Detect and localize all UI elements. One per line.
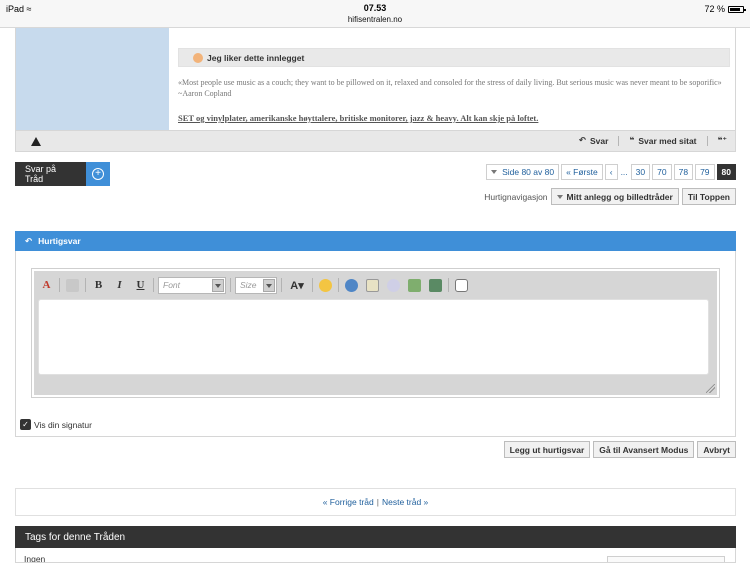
back-to-top-button[interactable]: Til Toppen xyxy=(681,188,736,205)
reply-to-thread-label: Svar på Tråd xyxy=(15,162,86,186)
quick-reply-panel: A B I U Font Size A▾ ✓ Vis din signatur xyxy=(15,251,736,437)
chevron-left-icon: ‹ xyxy=(609,167,613,177)
plus-circle-icon: + xyxy=(92,168,104,180)
signature-checkbox-label: Vis din signatur xyxy=(34,419,92,430)
previous-thread-link[interactable]: « Forrige tråd xyxy=(323,497,374,507)
size-select[interactable]: Size xyxy=(235,276,277,294)
post-footer: ↶ Svar ❝ Svar med sitat ❝⁺ xyxy=(16,130,735,151)
next-thread-link[interactable]: Neste tråd » xyxy=(382,497,428,507)
pagination: Side 80 av 80 « Første ‹ ... 30 70 78 79… xyxy=(486,164,736,180)
quick-reply-actions: Legg ut hurtigsvar Gå til Avansert Modus… xyxy=(503,441,736,458)
double-chevron-left-icon: « xyxy=(566,167,574,177)
like-icon xyxy=(193,52,203,63)
tags-empty-text: Ingen xyxy=(24,554,46,563)
email-icon[interactable] xyxy=(364,277,381,294)
underline-icon[interactable]: U xyxy=(132,277,149,294)
prev-page-link[interactable]: ‹ xyxy=(604,164,618,180)
paste-icon[interactable] xyxy=(64,277,81,294)
signature-link[interactable]: SET og vinylplater, amerikanske høyttale… xyxy=(178,113,730,123)
address-bar[interactable]: hifisentralen.no xyxy=(0,15,750,24)
report-warning-icon[interactable] xyxy=(31,137,41,146)
divider xyxy=(706,135,708,146)
italic-icon[interactable]: I xyxy=(111,277,128,294)
post-quick-reply-button[interactable]: Legg ut hurtigsvar xyxy=(503,441,591,458)
page-link-30[interactable]: 30 xyxy=(630,164,651,180)
first-page-link[interactable]: « Første xyxy=(561,164,603,180)
post-author-sidebar xyxy=(16,28,169,130)
pagination-ellipsis: ... xyxy=(619,164,629,180)
quicknav-label: Hurtignavigasjon xyxy=(484,191,548,202)
video-icon[interactable] xyxy=(427,277,444,294)
remove-format-icon[interactable]: A xyxy=(38,277,55,294)
battery-status: 72 % xyxy=(704,4,746,14)
ios-status-bar: iPad ≈ 07.53 hifisentralen.no 72 % xyxy=(0,0,750,28)
editor-frame: A B I U Font Size A▾ xyxy=(31,268,720,398)
signature-quote: «Most people use music as a couch; they … xyxy=(178,78,722,98)
reply-arrow-icon: ↶ xyxy=(578,135,586,145)
page-link-70[interactable]: 70 xyxy=(652,164,672,180)
multiquote-plus-icon: ❝⁺ xyxy=(717,135,727,145)
battery-icon xyxy=(728,5,746,13)
thread-nav-separator: | xyxy=(376,497,379,507)
text-color-icon[interactable]: A▾ xyxy=(286,277,308,294)
divider xyxy=(618,135,620,146)
editor-toolbar: A B I U Font Size A▾ xyxy=(38,275,470,295)
reply-plus-area[interactable]: + xyxy=(86,162,110,186)
like-text: Jeg liker dette innlegget xyxy=(207,52,305,63)
resize-grip-icon[interactable] xyxy=(706,384,715,393)
reply-to-thread-button[interactable]: Svar på Tråd + xyxy=(15,162,110,186)
forum-jump-dropdown[interactable]: Mitt anlegg og billedtråder xyxy=(550,188,679,205)
page-jump-dropdown[interactable]: Side 80 av 80 xyxy=(486,164,560,180)
quote-bubble-icon[interactable] xyxy=(453,277,470,294)
smiley-icon[interactable] xyxy=(317,277,334,294)
show-signature-option[interactable]: ✓ Vis din signatur xyxy=(20,419,92,430)
reply-with-quote-button[interactable]: ❝ Svar med sitat xyxy=(629,135,696,146)
message-textarea[interactable] xyxy=(38,299,709,375)
current-page: 80 xyxy=(716,164,736,180)
reply-arrow-icon: ↶ xyxy=(25,235,33,246)
chevron-down-icon xyxy=(212,278,224,292)
unlink-icon[interactable] xyxy=(385,277,402,294)
multi-quote-button[interactable]: ❝⁺ xyxy=(718,135,727,146)
cancel-button[interactable]: Avbryt xyxy=(697,441,736,458)
link-icon[interactable] xyxy=(343,277,360,294)
tags-header: Tags for denne Tråden xyxy=(15,526,736,548)
page-link-79[interactable]: 79 xyxy=(695,164,715,180)
page-link-78[interactable]: 78 xyxy=(673,164,694,180)
font-select[interactable]: Font xyxy=(158,276,226,294)
like-bar: Jeg liker dette innlegget xyxy=(178,48,730,67)
bold-icon[interactable]: B xyxy=(90,277,107,294)
post-content: Jeg liker dette innlegget «Most people u… xyxy=(178,48,730,123)
quick-navigation: Hurtignavigasjon Mitt anlegg og billedtr… xyxy=(484,188,736,205)
quote-icon: ❝ xyxy=(629,135,635,145)
quick-reply-header: ↶ Hurtigsvar xyxy=(15,231,736,251)
forum-post: Jeg liker dette innlegget «Most people u… xyxy=(15,28,736,152)
signature-checkbox[interactable]: ✓ xyxy=(20,419,31,430)
image-icon[interactable] xyxy=(406,277,423,294)
tag-input[interactable] xyxy=(607,556,725,562)
thread-navigation: « Forrige tråd | Neste tråd » xyxy=(15,488,736,516)
chevron-down-icon xyxy=(263,278,275,292)
reply-button[interactable]: ↶ Svar xyxy=(579,135,609,146)
quick-reply-title: Hurtigsvar xyxy=(38,236,81,246)
rich-text-editor: A B I U Font Size A▾ xyxy=(34,271,717,395)
clock: 07.53 xyxy=(363,3,387,13)
advanced-mode-button[interactable]: Gå til Avansert Modus xyxy=(593,441,695,458)
tags-panel: Ingen xyxy=(15,548,736,563)
